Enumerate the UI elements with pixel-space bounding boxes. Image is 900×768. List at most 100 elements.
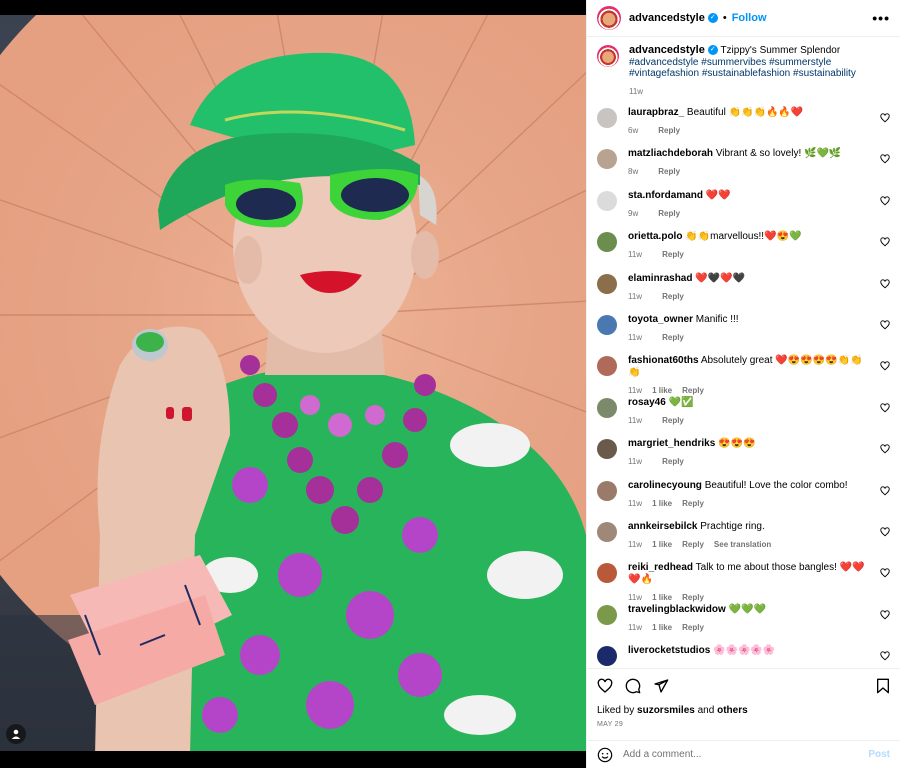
- liked-others[interactable]: others: [717, 705, 748, 716]
- reply-button[interactable]: Reply: [662, 333, 684, 342]
- avatar[interactable]: [597, 6, 621, 30]
- comment-like-heart-icon[interactable]: [880, 278, 890, 289]
- reply-button[interactable]: Reply: [682, 623, 704, 632]
- caption-time[interactable]: 11w: [629, 87, 643, 96]
- more-options-icon[interactable]: •••: [872, 10, 890, 26]
- commenter-avatar[interactable]: [597, 439, 617, 460]
- comment-like-heart-icon[interactable]: [880, 651, 890, 661]
- commenter-username[interactable]: reiki_redhead: [628, 562, 693, 573]
- see-translation-link[interactable]: See translation: [714, 540, 771, 549]
- comment-time[interactable]: 6w: [628, 126, 638, 135]
- post-button[interactable]: Post: [868, 749, 890, 760]
- comment-like-heart-icon[interactable]: [880, 610, 890, 620]
- comment-like-heart-icon[interactable]: [880, 113, 890, 123]
- commenter-avatar[interactable]: [597, 108, 617, 128]
- post-date[interactable]: MAY 29: [597, 721, 890, 728]
- comment-time[interactable]: 11w: [628, 250, 642, 259]
- commenter-username[interactable]: travelingblackwidow: [628, 604, 726, 615]
- commenter-avatar[interactable]: [597, 190, 617, 211]
- comment-time[interactable]: 11w: [628, 457, 642, 466]
- caption-username[interactable]: advancedstyle: [629, 44, 705, 56]
- reply-button[interactable]: Reply: [682, 540, 704, 549]
- commenter-username[interactable]: rosay46: [628, 397, 666, 408]
- photo-letterbox-bottom: [0, 751, 586, 768]
- reply-button[interactable]: Reply: [658, 126, 680, 135]
- commenter-avatar[interactable]: [597, 314, 617, 335]
- comment-time[interactable]: 11w: [628, 292, 642, 301]
- reply-button[interactable]: Reply: [658, 209, 680, 218]
- commenter-username[interactable]: toyota_owner: [628, 314, 693, 325]
- follow-button[interactable]: Follow: [732, 12, 767, 24]
- comment-input[interactable]: [623, 749, 869, 760]
- commenter-username[interactable]: carolinecyoung: [628, 480, 702, 491]
- comment-likes[interactable]: 1 like: [652, 499, 672, 508]
- comment-likes[interactable]: 1 like: [652, 540, 672, 549]
- commenter-username[interactable]: fashionat60ths: [628, 355, 699, 366]
- post-photo[interactable]: [0, 0, 586, 768]
- commenter-username[interactable]: elaminrashad: [628, 273, 692, 284]
- commenter-avatar[interactable]: [597, 646, 617, 667]
- separator-dot: •: [722, 12, 727, 24]
- caption-avatar[interactable]: [597, 45, 619, 67]
- commenter-username[interactable]: sta.nfordamand: [628, 190, 703, 201]
- comment-time[interactable]: 11w: [628, 499, 642, 508]
- commenter-avatar[interactable]: [597, 480, 617, 501]
- liked-user[interactable]: suzorsmiles: [637, 705, 695, 716]
- comment-time[interactable]: 11w: [628, 386, 642, 395]
- reply-button[interactable]: Reply: [682, 386, 704, 395]
- comment-like-heart-icon[interactable]: [880, 154, 890, 164]
- commenter-username[interactable]: laurapbraz_: [628, 107, 684, 118]
- reply-button[interactable]: Reply: [662, 250, 684, 259]
- bookmark-icon[interactable]: [876, 678, 890, 694]
- commenter-avatar[interactable]: [597, 604, 617, 625]
- comment-time[interactable]: 9w: [628, 209, 638, 218]
- comment-like-heart-icon[interactable]: [880, 237, 890, 247]
- comment-like-heart-icon[interactable]: [880, 196, 890, 206]
- comment-like-heart-icon[interactable]: [880, 485, 890, 496]
- comment-icon[interactable]: [625, 678, 641, 694]
- commenter-avatar[interactable]: [597, 521, 617, 542]
- commenter-avatar[interactable]: [597, 232, 617, 253]
- comment-like-heart-icon[interactable]: [880, 403, 890, 413]
- commenter-avatar[interactable]: [597, 149, 617, 170]
- comment-like-heart-icon[interactable]: [880, 361, 890, 371]
- commenter-username[interactable]: orietta.polo: [628, 231, 682, 242]
- user-tag-icon[interactable]: [6, 724, 26, 744]
- comments-list[interactable]: advancedstyle ✓ Tzippy's Summer Splendor …: [587, 37, 900, 667]
- comment-row: toyota_owner Manific !!! 11w Reply: [597, 314, 890, 355]
- comment-time[interactable]: 11w: [628, 416, 642, 425]
- reply-button[interactable]: Reply: [662, 292, 684, 301]
- reply-button[interactable]: Reply: [662, 416, 684, 425]
- header-username[interactable]: advancedstyle: [629, 12, 705, 24]
- commenter-avatar[interactable]: [597, 273, 617, 294]
- comment-text: ❤️🖤❤️🖤: [695, 272, 746, 284]
- comment-likes[interactable]: 1 like: [652, 386, 672, 395]
- commenter-avatar[interactable]: [597, 397, 617, 418]
- comment-like-heart-icon[interactable]: [880, 568, 890, 578]
- reply-button[interactable]: Reply: [682, 593, 704, 602]
- reply-button[interactable]: Reply: [658, 167, 680, 176]
- comment-like-heart-icon[interactable]: [880, 320, 890, 330]
- commenter-username[interactable]: matzliachdeborah: [628, 148, 713, 159]
- comment-time[interactable]: 11w: [628, 540, 642, 549]
- comment-time[interactable]: 11w: [628, 333, 642, 342]
- comment-likes[interactable]: 1 like: [652, 623, 672, 632]
- comment-time[interactable]: 8w: [628, 167, 638, 176]
- commenter-username[interactable]: margriet_hendriks: [628, 438, 715, 449]
- reply-button[interactable]: Reply: [682, 499, 704, 508]
- commenter-username[interactable]: liverocketstudios: [628, 645, 710, 656]
- reply-button[interactable]: Reply: [662, 457, 684, 466]
- commenter-username[interactable]: annkeirsebilck: [628, 521, 697, 532]
- post-sidebar: advancedstyle ✓ • Follow ••• advancedsty…: [586, 0, 900, 768]
- commenter-avatar[interactable]: [597, 563, 617, 584]
- comment-like-heart-icon[interactable]: [880, 444, 890, 454]
- share-icon[interactable]: [653, 678, 669, 694]
- heart-icon[interactable]: [597, 678, 613, 694]
- comment-likes[interactable]: 1 like: [652, 593, 672, 602]
- comment-time[interactable]: 11w: [628, 623, 642, 632]
- emoji-icon[interactable]: [597, 747, 613, 763]
- commenter-avatar[interactable]: [597, 356, 617, 377]
- caption-hashtags[interactable]: #advancedstyle #summervibes #summerstyle…: [629, 57, 856, 80]
- comment-time[interactable]: 11w: [628, 593, 642, 602]
- comment-like-heart-icon[interactable]: [880, 527, 890, 537]
